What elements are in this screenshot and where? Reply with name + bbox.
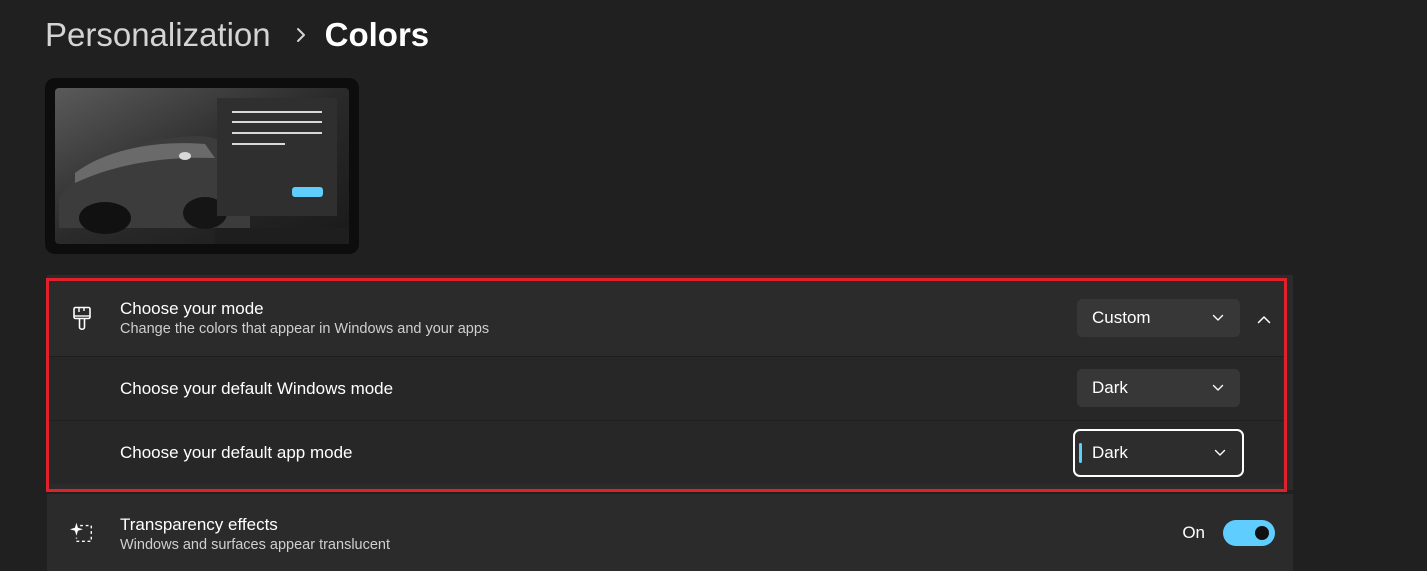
breadcrumb: Personalization Colors — [45, 14, 429, 56]
transparency-toggle[interactable] — [1223, 519, 1275, 546]
choose-mode-title: Choose your mode — [120, 299, 264, 318]
app-mode-title: Choose your default app mode — [120, 442, 353, 462]
collapse-button[interactable] — [1250, 305, 1278, 333]
windows-mode-dropdown[interactable]: Dark — [1077, 369, 1240, 407]
breadcrumb-personalization[interactable]: Personalization — [45, 16, 271, 54]
app-mode-dropdown[interactable]: Dark — [1073, 429, 1244, 477]
transparency-row: Transparency effects Windows and surface… — [47, 494, 1293, 571]
choose-mode-description: Change the colors that appear in Windows… — [120, 321, 490, 337]
transparency-state-label: On — [1182, 522, 1205, 542]
choose-mode-row[interactable]: Choose your mode Change the colors that … — [47, 282, 1283, 356]
transparency-description: Windows and surfaces appear translucent — [120, 537, 391, 553]
choose-mode-text: Choose your mode Change the colors that … — [120, 299, 489, 339]
chevron-down-icon — [1212, 384, 1224, 392]
choose-mode-group: Choose your mode Change the colors that … — [47, 275, 1293, 490]
page-title: Colors — [324, 16, 430, 53]
toggle-knob — [1255, 525, 1269, 540]
paintbrush-icon — [69, 305, 95, 333]
windows-mode-text: Choose your default Windows mode — [120, 379, 393, 399]
chevron-right-icon — [295, 26, 307, 44]
chevron-down-icon — [1214, 449, 1226, 457]
theme-preview — [45, 78, 359, 254]
app-mode-selected: Dark — [1092, 443, 1128, 462]
app-mode-row: Choose your default app mode Dark — [47, 420, 1283, 484]
app-mode-text: Choose your default app mode — [120, 443, 353, 463]
chevron-down-icon — [1212, 314, 1224, 322]
choose-mode-selected: Custom — [1092, 308, 1151, 327]
transparency-sparkle-icon — [69, 519, 95, 547]
choose-mode-dropdown[interactable]: Custom — [1077, 299, 1240, 337]
windows-mode-title: Choose your default Windows mode — [120, 378, 394, 398]
transparency-text: Transparency effects Windows and surface… — [120, 515, 390, 555]
windows-mode-selected: Dark — [1092, 378, 1128, 397]
focus-indicator — [1079, 443, 1082, 463]
windows-mode-row: Choose your default Windows mode Dark — [47, 356, 1283, 420]
chevron-up-icon — [1257, 315, 1271, 324]
transparency-title: Transparency effects — [120, 515, 278, 534]
